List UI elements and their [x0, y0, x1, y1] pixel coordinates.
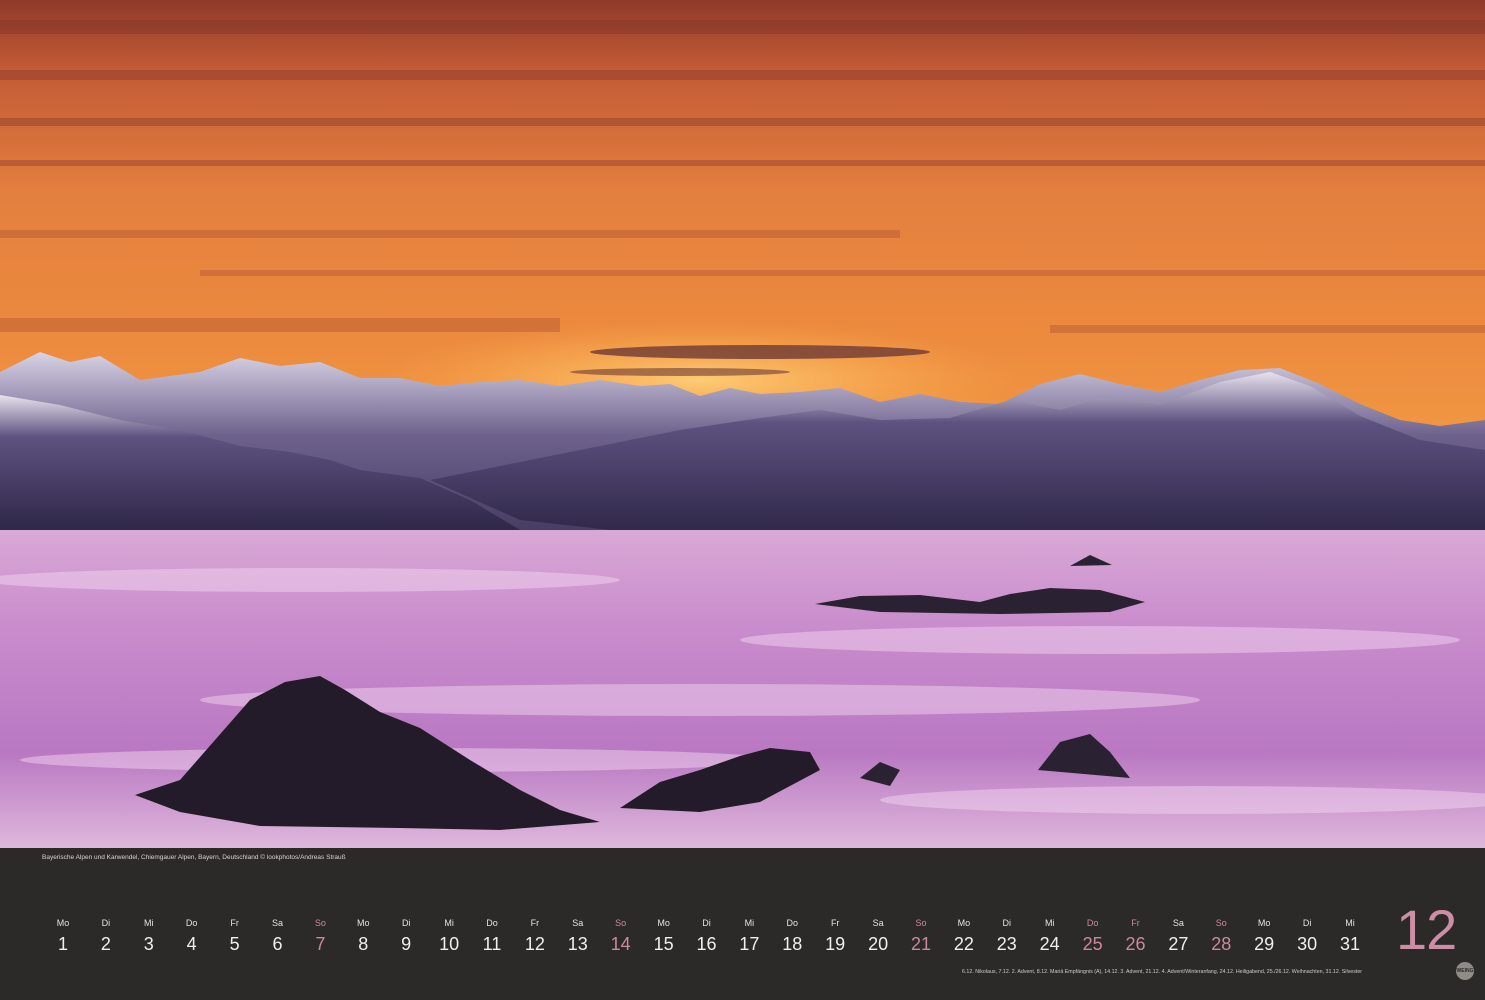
calendar-band — [0, 848, 1485, 1000]
publisher-logo: WEING — [1456, 962, 1474, 980]
landscape-photo — [0, 0, 1485, 848]
photo-caption: Bayerische Alpen und Karwendel, Chiemgau… — [42, 854, 346, 861]
month-number: 12 — [1396, 898, 1457, 961]
holiday-notes: 6.12. Nikolaus, 7.12. 2. Advent, 8.12. M… — [962, 969, 1363, 975]
